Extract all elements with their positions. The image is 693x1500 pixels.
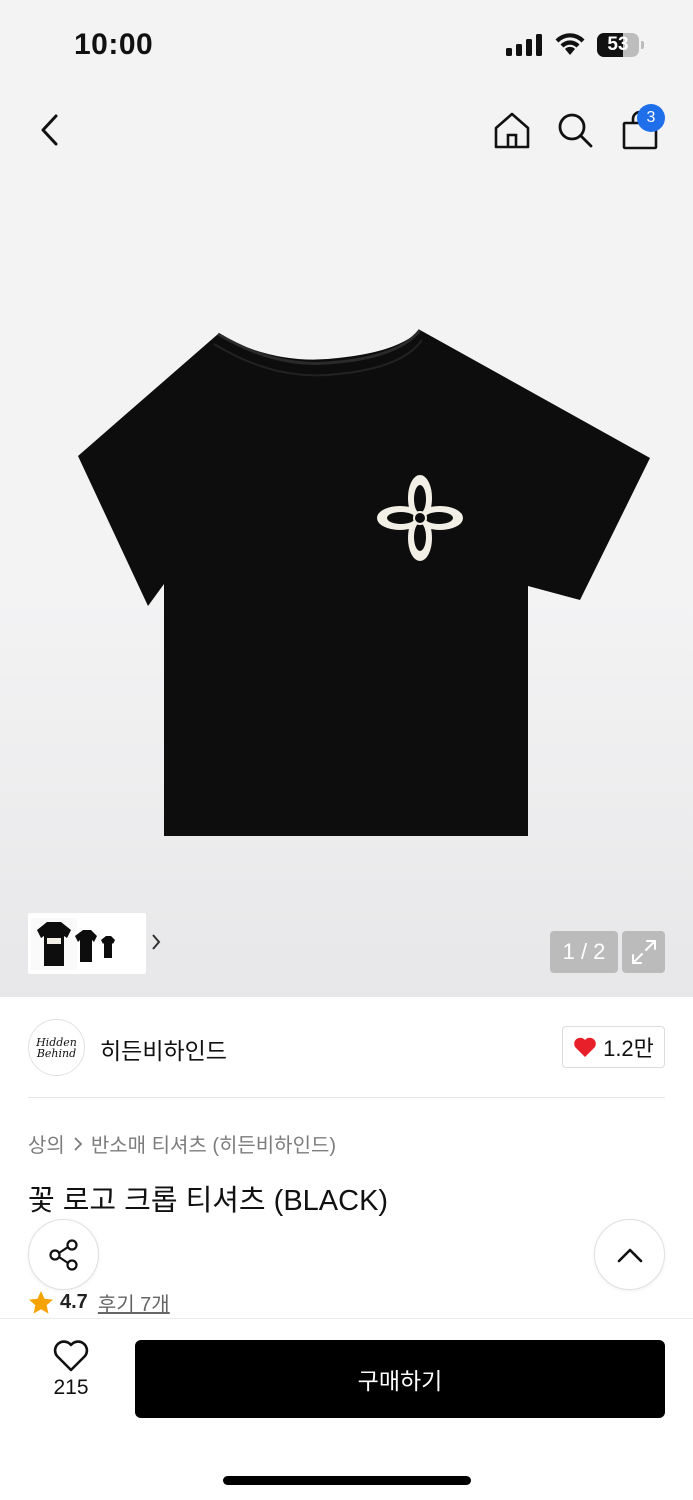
wifi-icon — [555, 33, 585, 55]
search-icon — [558, 113, 593, 148]
chevron-right-icon[interactable] — [150, 933, 162, 951]
heart-outline-icon — [53, 1340, 89, 1372]
heart-filled-icon — [574, 1037, 596, 1057]
search-button[interactable] — [551, 106, 599, 154]
scroll-to-top-button[interactable] — [594, 1219, 665, 1290]
breadcrumb: 상의 반소매 티셔츠 (히든비하인드) — [28, 1129, 336, 1158]
battery-icon: 53 — [597, 33, 639, 57]
buy-button[interactable]: 구매하기 — [135, 1340, 665, 1418]
brand-logo-line2: Behind — [36, 1046, 77, 1060]
review-count-link[interactable]: 후기 7개 — [98, 1288, 170, 1317]
brand-like-count: 1.2만 — [603, 1036, 654, 1061]
brand-logo[interactable]: Hidden Behind — [28, 1019, 85, 1076]
back-arrow-icon — [41, 114, 58, 146]
product-title: 꽃 로고 크롭 티셔츠 (BLACK) — [28, 1185, 389, 1217]
battery-level: 53 — [607, 34, 629, 55]
battery-cap — [641, 41, 644, 49]
thumbnail-image[interactable] — [31, 917, 121, 970]
back-button[interactable] — [26, 106, 74, 154]
chevron-up-icon — [617, 1248, 642, 1262]
product-image[interactable] — [38, 328, 654, 840]
brand-logo-line1: Hidden — [36, 1035, 77, 1049]
breadcrumb-level2[interactable]: 반소매 티셔츠 (히든비하인드) — [91, 1129, 336, 1158]
breadcrumb-level1[interactable]: 상의 — [28, 1129, 65, 1158]
wishlist-button[interactable]: 215 — [34, 1340, 108, 1420]
status-bar: 10:00 53 — [0, 0, 693, 90]
thumbnail-strip[interactable] — [28, 913, 161, 974]
cellular-signal-icon — [506, 34, 542, 56]
cart-count-badge: 3 — [637, 104, 665, 132]
expand-button[interactable] — [622, 931, 665, 973]
chevron-right-icon — [74, 1136, 83, 1151]
home-indicator[interactable] — [223, 1476, 471, 1485]
star-icon — [29, 1291, 53, 1314]
rating-value: 4.7 — [60, 1291, 88, 1313]
wishlist-count: 215 — [53, 1376, 89, 1399]
status-time: 10:00 — [74, 28, 154, 61]
brand-name[interactable]: 히든비하인드 — [100, 1032, 227, 1066]
home-icon — [494, 112, 530, 149]
expand-icon — [631, 940, 656, 964]
home-button[interactable] — [488, 106, 536, 154]
rating-row: 4.7 후기 7개 — [28, 1288, 170, 1317]
share-icon — [48, 1238, 78, 1271]
image-counter: 1 / 2 — [550, 931, 618, 973]
brand-like-button[interactable]: 1.2만 — [562, 1026, 665, 1068]
share-button[interactable] — [28, 1219, 99, 1290]
divider — [28, 1097, 665, 1098]
